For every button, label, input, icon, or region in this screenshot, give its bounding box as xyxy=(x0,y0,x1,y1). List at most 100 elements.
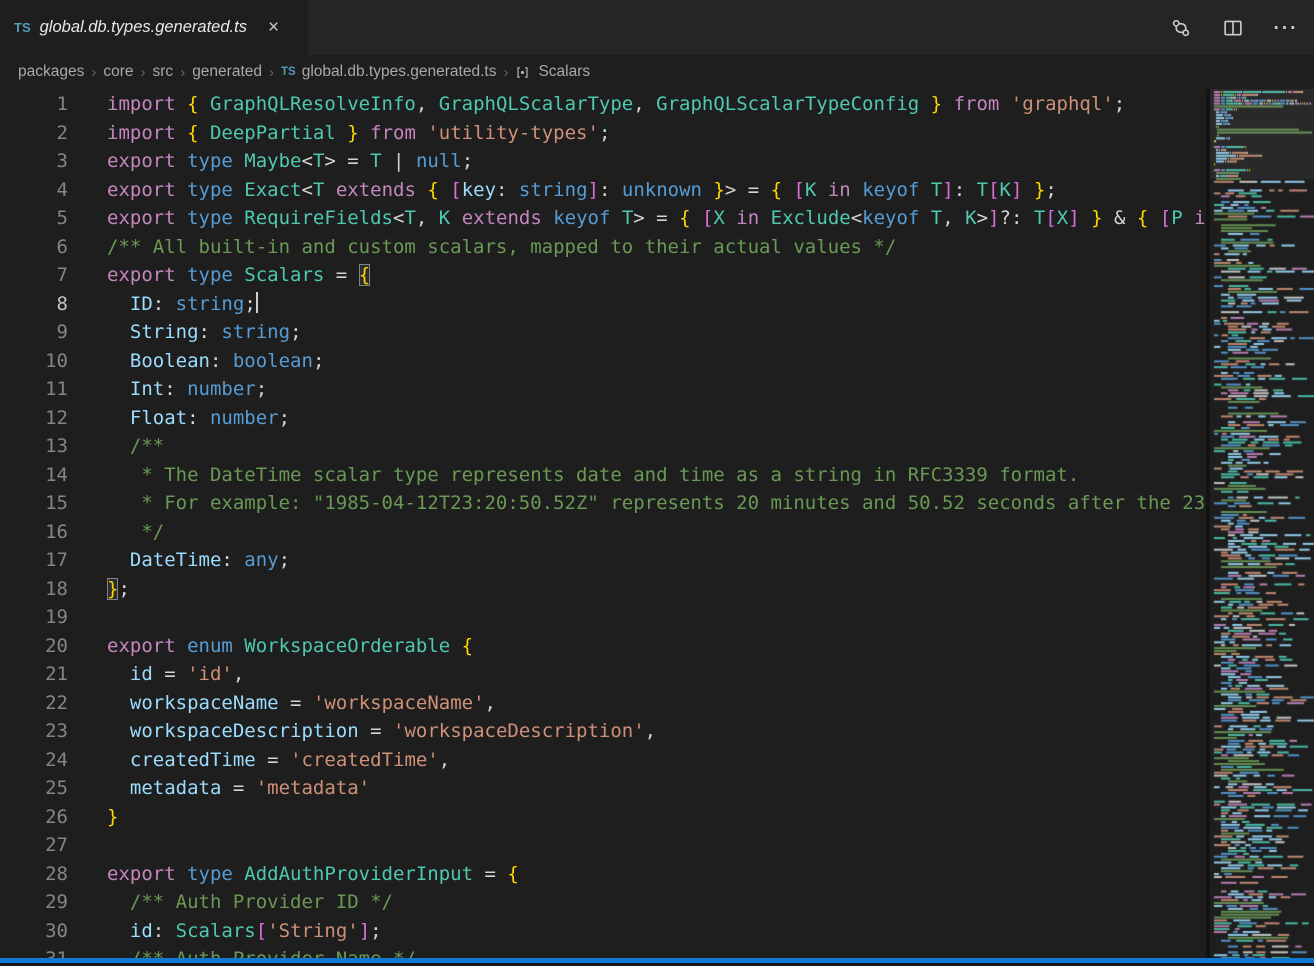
line-number[interactable]: 7 xyxy=(0,261,68,290)
code-line-text: createdTime = 'createdTime', xyxy=(107,746,1206,775)
split-editor-icon[interactable] xyxy=(1220,15,1246,41)
code-line[interactable]: 25 metadata = 'metadata' xyxy=(0,774,1206,803)
breadcrumb-item-core[interactable]: core xyxy=(103,63,133,81)
line-number[interactable]: 18 xyxy=(0,575,68,604)
code-line[interactable]: 22 workspaceName = 'workspaceName', xyxy=(0,689,1206,718)
breadcrumb-item-packages[interactable]: packages xyxy=(18,63,84,81)
code-line[interactable]: 9 String: string; xyxy=(0,318,1206,347)
close-tab-icon[interactable]: × xyxy=(268,18,279,37)
code-line-text: export type Exact<T extends { [key: stri… xyxy=(107,176,1206,205)
code-line[interactable]: 13 /** xyxy=(0,432,1206,461)
breadcrumb-separator: › xyxy=(269,64,274,81)
breadcrumb-symbol[interactable]: Scalars xyxy=(515,63,590,81)
minimap[interactable] xyxy=(1210,89,1314,958)
code-line[interactable]: 8 ID: string; xyxy=(0,290,1206,319)
code-line[interactable]: 11 Int: number; xyxy=(0,375,1206,404)
symbol-type-icon xyxy=(515,65,530,80)
code-line[interactable]: 24 createdTime = 'createdTime', xyxy=(0,746,1206,775)
code-line[interactable]: 2import { DeepPartial } from 'utility-ty… xyxy=(0,119,1206,148)
line-number[interactable]: 31 xyxy=(0,945,68,958)
code-line-text: export type AddAuthProviderInput = { xyxy=(107,860,1206,889)
line-number[interactable]: 19 xyxy=(0,603,68,632)
code-line[interactable]: 18}; xyxy=(0,575,1206,604)
line-number[interactable]: 22 xyxy=(0,689,68,718)
code-line-text: /** xyxy=(107,432,1206,461)
line-number[interactable]: 24 xyxy=(0,746,68,775)
code-line[interactable]: 20export enum WorkspaceOrderable { xyxy=(0,632,1206,661)
tab-global-db-types-generated[interactable]: TS global.db.types.generated.ts × xyxy=(0,0,308,55)
code-line[interactable]: 6/** All built-in and custom scalars, ma… xyxy=(0,233,1206,262)
code-line[interactable]: 30 id: Scalars['String']; xyxy=(0,917,1206,946)
code-line[interactable]: 31 /** Auth Provider Name */ xyxy=(0,945,1206,958)
ellipsis-glyph: ⋯ xyxy=(1272,15,1298,40)
code-line-text: import { GraphQLResolveInfo, GraphQLScal… xyxy=(107,90,1206,119)
code-area[interactable]: 1 import { GraphQLResolveInfo, GraphQLSca… xyxy=(0,89,1206,958)
code-line[interactable]: 23 workspaceDescription = 'workspaceDesc… xyxy=(0,717,1206,746)
editor-tab-bar: TS global.db.types.generated.ts × ⋯ xyxy=(0,0,1314,55)
code-line-text: ID: string; xyxy=(107,290,1206,319)
line-number[interactable]: 3 xyxy=(0,147,68,176)
line-number[interactable]: 27 xyxy=(0,831,68,860)
line-number[interactable]: 15 xyxy=(0,489,68,518)
code-line[interactable]: 12 Float: number; xyxy=(0,404,1206,433)
line-number[interactable]: 28 xyxy=(0,860,68,889)
line-number[interactable]: 17 xyxy=(0,546,68,575)
typescript-file-icon: TS xyxy=(14,20,31,35)
breadcrumb-item-generated[interactable]: generated xyxy=(192,63,262,81)
line-number[interactable]: 6 xyxy=(0,233,68,262)
code-line[interactable]: 5 export type RequireFields<T, K extends … xyxy=(0,204,1206,233)
breadcrumb-separator: › xyxy=(503,64,508,81)
code-line-text: String: string; xyxy=(107,318,1206,347)
line-number[interactable]: 9 xyxy=(0,318,68,347)
code-line[interactable]: 1 import { GraphQLResolveInfo, GraphQLSca… xyxy=(0,90,1206,119)
code-line-text: */ xyxy=(107,518,1206,547)
line-number[interactable]: 10 xyxy=(0,347,68,376)
line-number[interactable]: 29 xyxy=(0,888,68,917)
code-line[interactable]: 15 * For example: "1985-04-12T23:20:50.5… xyxy=(0,489,1206,518)
code-line[interactable]: 19 xyxy=(0,603,1206,632)
line-number[interactable]: 26 xyxy=(0,803,68,832)
line-number[interactable]: 23 xyxy=(0,717,68,746)
breadcrumb-file[interactable]: TSglobal.db.types.generated.ts xyxy=(281,63,496,81)
tab-title: global.db.types.generated.ts xyxy=(40,18,247,37)
code-line[interactable]: 17 DateTime: any; xyxy=(0,546,1206,575)
code-line-text: DateTime: any; xyxy=(107,546,1206,575)
code-line[interactable]: 10 Boolean: boolean; xyxy=(0,347,1206,376)
code-line-text: Boolean: boolean; xyxy=(107,347,1206,376)
code-line[interactable]: 4 export type Exact<T extends { [key: str… xyxy=(0,176,1206,205)
code-line[interactable]: 3export type Maybe<T> = T | null; xyxy=(0,147,1206,176)
code-line-text: * For example: "1985-04-12T23:20:50.52Z"… xyxy=(107,489,1206,518)
code-line[interactable]: 16 */ xyxy=(0,518,1206,547)
code-line[interactable]: 28 export type AddAuthProviderInput = { xyxy=(0,860,1206,889)
line-number[interactable]: 8 xyxy=(0,290,68,319)
line-number[interactable]: 25 xyxy=(0,774,68,803)
breadcrumb-symbol-label: Scalars xyxy=(538,63,590,81)
line-number[interactable]: 30 xyxy=(0,917,68,946)
code-line[interactable]: 14 * The DateTime scalar type represents… xyxy=(0,461,1206,490)
code-line[interactable]: 21 id = 'id', xyxy=(0,660,1206,689)
code-line[interactable]: 27 xyxy=(0,831,1206,860)
breadcrumb-item-src[interactable]: src xyxy=(153,63,174,81)
line-number[interactable]: 2 xyxy=(0,119,68,148)
code-line-text: workspaceDescription = 'workspaceDescrip… xyxy=(107,717,1206,746)
more-actions-icon[interactable]: ⋯ xyxy=(1272,15,1298,41)
code-line-text: metadata = 'metadata' xyxy=(107,774,1206,803)
code-line[interactable]: 29 /** Auth Provider ID */ xyxy=(0,888,1206,917)
breadcrumb-separator: › xyxy=(180,64,185,81)
line-number[interactable]: 16 xyxy=(0,518,68,547)
line-number[interactable]: 20 xyxy=(0,632,68,661)
code-line[interactable]: 7export type Scalars = { xyxy=(0,261,1206,290)
code-line-text: export type RequireFields<T, K extends k… xyxy=(107,204,1206,233)
line-number[interactable]: 12 xyxy=(0,404,68,433)
code-line-text: /** Auth Provider Name */ xyxy=(107,945,1206,958)
code-line[interactable]: 26} xyxy=(0,803,1206,832)
line-number[interactable]: 21 xyxy=(0,660,68,689)
line-number[interactable]: 5 xyxy=(0,204,68,233)
compare-changes-icon[interactable] xyxy=(1168,15,1194,41)
line-number[interactable]: 4 xyxy=(0,176,68,205)
line-number[interactable]: 1 xyxy=(0,90,68,119)
line-number[interactable]: 13 xyxy=(0,432,68,461)
line-number[interactable]: 11 xyxy=(0,375,68,404)
line-number[interactable]: 14 xyxy=(0,461,68,490)
editor[interactable]: 1 import { GraphQLResolveInfo, GraphQLSca… xyxy=(0,89,1314,958)
